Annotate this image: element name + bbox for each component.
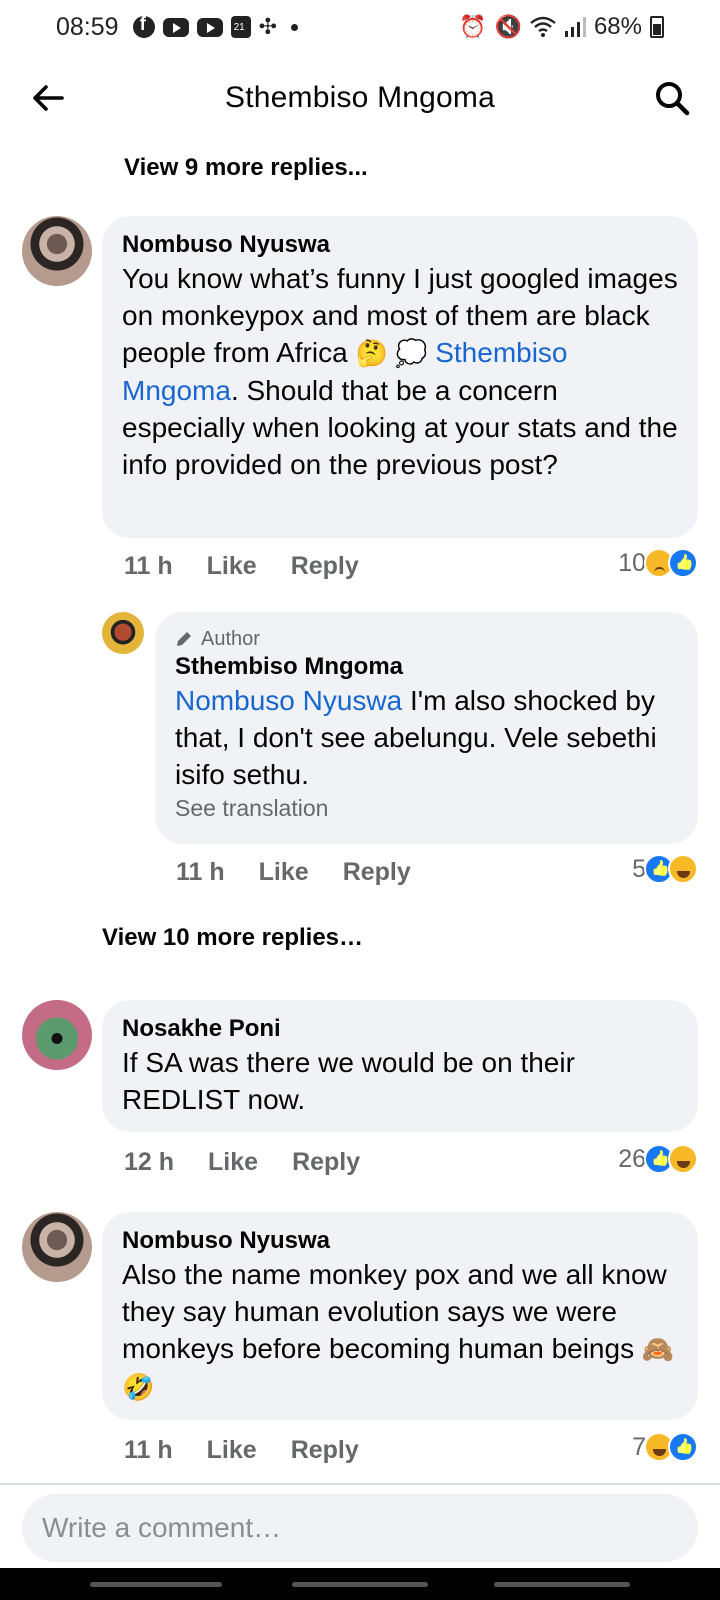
like-reaction-icon — [668, 548, 698, 578]
mention-link[interactable]: Nombuso Nyuswa — [175, 685, 402, 716]
comment-timestamp: 11 h — [124, 1436, 173, 1464]
reaction-summary[interactable]: 26 — [618, 1144, 698, 1174]
reply-button[interactable]: Reply — [343, 858, 411, 887]
reaction-summary[interactable]: 10 — [618, 548, 698, 578]
like-button[interactable]: Like — [207, 552, 257, 581]
alarm-icon: ⏰ — [459, 14, 487, 39]
status-time: 08:59 — [56, 12, 119, 41]
reaction-summary[interactable]: 5 — [632, 854, 698, 884]
calendar-notification-icon — [230, 16, 251, 38]
status-left: 08:59 ✣ — [56, 13, 298, 42]
avatar[interactable] — [22, 1000, 92, 1070]
comment-author-name[interactable]: Nosakhe Poni — [122, 1014, 678, 1044]
comment-timestamp: 11 h — [176, 858, 225, 886]
comment-timestamp: 12 h — [124, 1148, 175, 1176]
comment-text: Also the name monkey pox and we all know… — [122, 1256, 678, 1406]
avatar[interactable] — [22, 1212, 92, 1282]
reaction-count: 26 — [618, 1144, 646, 1173]
reaction-count: 10 — [618, 548, 646, 577]
comment-bubble: Nombuso Nyuswa You know what’s funny I j… — [102, 216, 698, 538]
page-title: Sthembiso Mngoma — [225, 81, 495, 114]
view-more-replies-middle[interactable]: View 10 more replies… — [102, 924, 363, 952]
author-badge: Author — [175, 626, 678, 652]
page-header: Sthembiso Mngoma — [0, 62, 720, 134]
system-navigation-bar — [0, 1568, 720, 1600]
mute-icon: 🔇 — [494, 14, 522, 39]
comment-text: If SA was there we would be on their RED… — [122, 1047, 575, 1115]
pencil-icon — [177, 632, 191, 646]
wifi-icon — [530, 16, 556, 37]
haha-reaction-icon — [668, 854, 698, 884]
comment-actions: 11 h Like Reply — [176, 858, 411, 887]
reply-button[interactable]: Reply — [291, 1436, 359, 1465]
comment-actions: 11 h Like Reply — [124, 1436, 359, 1465]
facebook-notification-icon — [132, 14, 155, 38]
nav-home-button[interactable] — [292, 1582, 428, 1587]
like-button[interactable]: Like — [207, 1436, 257, 1465]
avatar[interactable] — [102, 612, 144, 654]
see-translation-link[interactable]: See translation — [175, 793, 678, 823]
reply-bubble: Author Sthembiso Mngoma Nombuso Nyuswa I… — [155, 612, 698, 844]
signal-icon — [564, 17, 586, 37]
search-icon[interactable] — [652, 78, 692, 118]
comment-timestamp: 11 h — [124, 552, 173, 580]
like-button[interactable]: Like — [259, 858, 309, 887]
avatar[interactable] — [22, 216, 92, 286]
status-right: ⏰ 🔇 68% — [459, 13, 664, 41]
like-reaction-icon — [668, 1432, 698, 1462]
comment-bubble: Nombuso Nyuswa Also the name monkey pox … — [102, 1212, 698, 1420]
reaction-summary[interactable]: 7 — [632, 1432, 698, 1462]
author-badge-label: Author — [201, 628, 260, 650]
composer-divider — [0, 1483, 720, 1485]
comment-text: Nombuso Nyuswa I'm also shocked by that,… — [175, 682, 678, 793]
haha-reaction-icon — [668, 1144, 698, 1174]
comment-input[interactable] — [42, 1512, 698, 1544]
nav-recents-button[interactable] — [90, 1582, 222, 1587]
comment-actions: 12 h Like Reply — [124, 1148, 360, 1177]
reply-button[interactable]: Reply — [292, 1148, 360, 1177]
reply-button[interactable]: Reply — [291, 552, 359, 581]
nav-back-button[interactable] — [494, 1582, 630, 1587]
comment-actions: 11 h Like Reply — [124, 552, 359, 581]
more-notifications-dot-icon — [291, 23, 298, 31]
comment-author-name[interactable]: Sthembiso Mngoma — [175, 652, 678, 682]
status-bar: 08:59 ✣ ⏰ 🔇 68% — [0, 0, 720, 54]
back-arrow-icon[interactable] — [28, 78, 68, 118]
thinking-thought-emoji: 🤔 💭 — [355, 338, 428, 368]
youtube-notification-icon-2 — [196, 17, 223, 37]
view-more-replies-top[interactable]: View 9 more replies... — [124, 154, 368, 182]
comment-bubble: Nosakhe Poni If SA was there we would be… — [102, 1000, 698, 1132]
comment-composer[interactable] — [22, 1494, 698, 1562]
comment-text-part: Also the name monkey pox and we all know… — [122, 1259, 667, 1364]
comment-author-name[interactable]: Nombuso Nyuswa — [122, 230, 678, 260]
pinwheel-notification-icon: ✣ — [258, 14, 277, 39]
comment-author-name[interactable]: Nombuso Nyuswa — [122, 1226, 678, 1256]
comment-text: You know what’s funny I just googled ima… — [122, 260, 678, 483]
battery-percentage: 68% — [593, 13, 642, 40]
youtube-notification-icon — [162, 17, 189, 37]
like-button[interactable]: Like — [208, 1148, 258, 1177]
battery-icon — [650, 16, 664, 38]
